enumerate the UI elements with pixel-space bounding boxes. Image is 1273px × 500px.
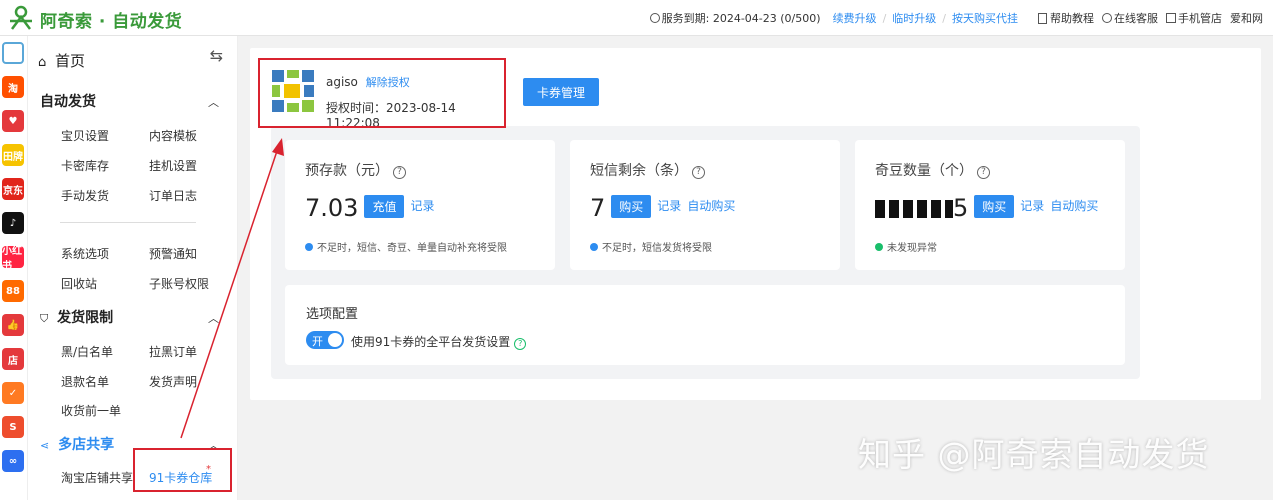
- top-bar: 阿奇索 · 自动发货 服务到期: 2024-04-23 (0/500) 续费升级…: [0, 0, 1273, 36]
- sidebar-item[interactable]: 系统选项: [61, 245, 109, 262]
- redacted-value: [875, 200, 953, 218]
- info-dot-icon: [305, 243, 313, 251]
- stat-note: 未发现异常: [887, 243, 937, 254]
- sidebar-item[interactable]: 发货声明: [149, 373, 197, 390]
- card-management-button[interactable]: 卡券管理: [523, 78, 599, 106]
- record-link[interactable]: 记录: [410, 197, 434, 214]
- help-circle-icon[interactable]: ?: [977, 166, 990, 179]
- sidebar-home[interactable]: ⌂ 首页: [38, 50, 85, 71]
- aiwang-link[interactable]: 爱和网: [1230, 10, 1263, 26]
- annotation-box-account: [258, 58, 506, 128]
- switch-knob: [328, 333, 342, 347]
- tiktok-icon[interactable]: ♪: [2, 212, 24, 234]
- xiaohongshu-icon[interactable]: 小红书: [2, 246, 24, 272]
- stat-note: 不足时，短信发货将受限: [602, 243, 712, 254]
- help-circle-icon[interactable]: ?: [393, 166, 406, 179]
- help-link[interactable]: 帮助教程: [1050, 10, 1094, 26]
- sidebar-item[interactable]: 收货前一单: [61, 402, 121, 419]
- recharge-button[interactable]: 充值: [364, 195, 405, 218]
- heart-icon[interactable]: ♥: [2, 110, 24, 132]
- options-card: 选项配置 开 使用91卡券的全平台发货设置?: [285, 285, 1125, 365]
- sidebar-item[interactable]: 子账号权限: [149, 275, 209, 292]
- sidebar: ⌂ 首页 ⇆ 自动发货 ︿ 宝贝设置 内容模板 卡密库存 挂机设置 手动发货 订…: [28, 36, 238, 500]
- support-icon: [1102, 13, 1112, 23]
- record-link[interactable]: 记录: [1020, 197, 1044, 214]
- toggle-switch[interactable]: 开: [306, 331, 344, 349]
- tianmao-icon[interactable]: 田牌: [2, 144, 24, 166]
- sidebar-section-multi-store[interactable]: ⋖ 多店共享: [40, 434, 114, 454]
- sidebar-item[interactable]: 拉黑订单: [149, 343, 197, 360]
- stat-value: 7: [590, 194, 606, 222]
- stat-card-prepaid: 预存款（元）? 7.03 充值 记录 不足时，短信、奇豆、单量自动补充将受限: [285, 140, 555, 270]
- qr-grid-icon[interactable]: [2, 42, 24, 64]
- stat-note: 不足时，短信、奇豆、单量自动补充将受限: [317, 243, 507, 254]
- header-right: 服务到期: 2024-04-23 (0/500) 续费升级 / 临时升级 / 按…: [649, 10, 1263, 26]
- check-dot-icon: [875, 243, 883, 251]
- switch-text: 开: [312, 335, 323, 348]
- sidebar-divider: [60, 222, 196, 223]
- sidebar-item[interactable]: 黑/白名单: [61, 343, 113, 360]
- record-link[interactable]: 记录: [657, 197, 681, 214]
- logo-icon: [10, 5, 32, 30]
- sidebar-section-auto-delivery[interactable]: 自动发货: [40, 91, 96, 111]
- service-expiry: 服务到期: 2024-04-23 (0/500): [661, 12, 821, 25]
- sidebar-item[interactable]: 卡密库存: [61, 157, 109, 174]
- home-icon: ⌂: [38, 55, 47, 70]
- taobao-icon[interactable]: 淘: [2, 76, 24, 98]
- clock-icon: [649, 13, 660, 23]
- brand-title: 阿奇索 · 自动发货: [40, 12, 183, 32]
- buy-button[interactable]: 购买: [611, 195, 652, 218]
- stat-title: 预存款（元）: [305, 163, 389, 179]
- circle-88-icon[interactable]: 88: [2, 280, 24, 302]
- shopee-icon[interactable]: S: [2, 416, 24, 438]
- thumb-icon[interactable]: 👍: [2, 314, 24, 336]
- jd-icon[interactable]: 京东: [2, 178, 24, 200]
- sidebar-item[interactable]: 手动发货: [61, 187, 109, 204]
- sidebar-item[interactable]: 预警通知: [149, 245, 197, 262]
- support-link[interactable]: 在线客服: [1114, 10, 1158, 26]
- stat-card-qidou: 奇豆数量（个）? 5 购买 记录 自动购买 未发现异常: [855, 140, 1125, 270]
- qr-icon: [1166, 13, 1176, 23]
- buy-daily-link[interactable]: 按天购买代挂: [952, 10, 1018, 26]
- help-circle-icon[interactable]: ?: [514, 338, 527, 350]
- help-icon: [1038, 12, 1047, 24]
- sidebar-item[interactable]: 挂机设置: [149, 157, 197, 174]
- renew-link[interactable]: 续费升级: [833, 10, 877, 26]
- annotation-box-91-warehouse: [133, 448, 232, 492]
- sidebar-item[interactable]: 订单日志: [149, 187, 197, 204]
- stat-value: 7.03: [305, 194, 359, 222]
- help-circle-icon[interactable]: ?: [692, 166, 705, 179]
- chevron-up-icon[interactable]: ︿: [208, 310, 219, 326]
- auto-buy-link[interactable]: 自动购买: [1050, 197, 1098, 214]
- sidebar-item[interactable]: 内容模板: [149, 127, 197, 144]
- phone-store-link[interactable]: 手机管店: [1178, 10, 1222, 26]
- platform-icon-bar: 淘 ♥ 田牌京东 ♪ 小红书 88 👍 店 ✓ S ∞: [0, 36, 28, 500]
- info-dot-icon: [590, 243, 598, 251]
- stats-panel: 预存款（元）? 7.03 充值 记录 不足时，短信、奇豆、单量自动补充将受限 短信剩…: [271, 126, 1140, 379]
- stat-title: 奇豆数量（个）: [875, 163, 973, 179]
- shop-icon[interactable]: 店: [2, 348, 24, 370]
- shield-icon: ⛉: [40, 312, 49, 325]
- switch-label: 使用91卡券的全平台发货设置: [351, 335, 511, 349]
- stat-value: 5: [953, 194, 969, 222]
- sidebar-item[interactable]: 回收站: [61, 275, 97, 292]
- sidebar-item-taobao-share[interactable]: 淘宝店铺共享: [61, 469, 133, 486]
- share-icon: ⋖: [40, 439, 50, 452]
- chevron-up-icon[interactable]: ︿: [208, 94, 219, 110]
- orange-bag-icon[interactable]: ✓: [2, 382, 24, 404]
- options-title: 选项配置: [306, 307, 359, 322]
- collapse-toggle-icon[interactable]: ⇆: [210, 46, 223, 65]
- stat-title: 短信剩余（条）: [590, 163, 688, 179]
- sidebar-section-delivery-limit[interactable]: ⛉ 发货限制: [40, 307, 113, 327]
- sidebar-item[interactable]: 退款名单: [61, 373, 109, 390]
- link-icon[interactable]: ∞: [2, 450, 24, 472]
- stat-card-sms: 短信剩余（条）? 7 购买 记录 自动购买 不足时，短信发货将受限: [570, 140, 840, 270]
- auto-buy-link[interactable]: 自动购买: [687, 197, 735, 214]
- buy-button[interactable]: 购买: [974, 195, 1015, 218]
- watermark-text: 知乎 @阿奇索自动发货: [858, 435, 1210, 474]
- sidebar-item[interactable]: 宝贝设置: [61, 127, 109, 144]
- temp-upgrade-link[interactable]: 临时升级: [892, 10, 936, 26]
